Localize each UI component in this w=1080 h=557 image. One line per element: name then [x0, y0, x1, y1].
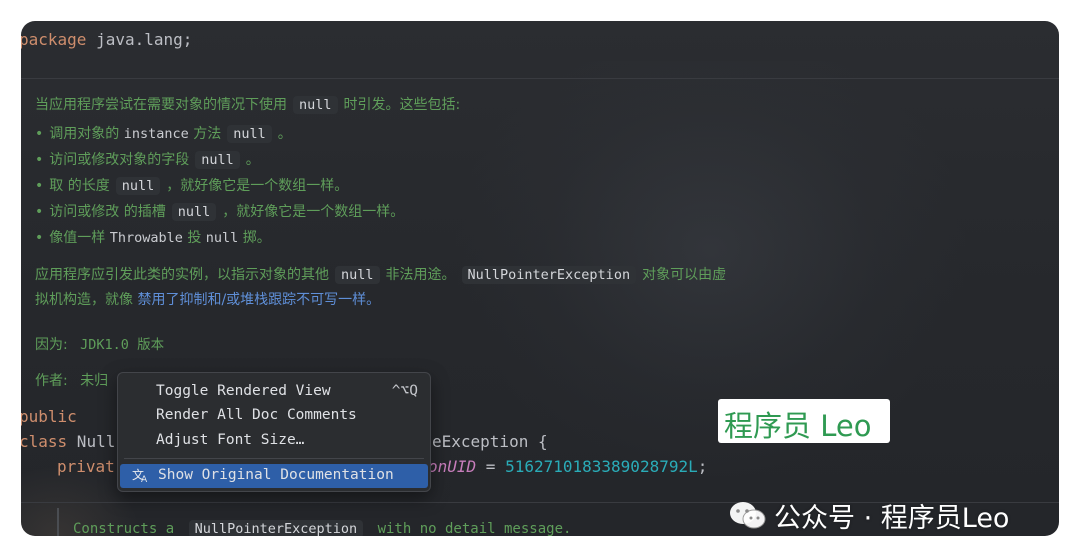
- doc-since: 因为: JDK1.0 版本: [35, 333, 164, 354]
- para2-text: 应用程序应引发此类的实例，以指示对象的其他: [35, 267, 329, 283]
- doc-code-null: null: [115, 177, 161, 195]
- field-name: onUID: [428, 457, 477, 476]
- menu-item-shortcut: ^⌥Q: [391, 383, 418, 399]
- doc-intro-text: 当应用程序尝试在需要对象的情况下使用: [35, 97, 287, 113]
- doc-bullet-2: • 访问或修改对象的字段 null。: [35, 151, 260, 169]
- doc-gutter-marker: [57, 508, 59, 536]
- doc-code-null: null: [293, 96, 338, 114]
- context-menu: Toggle Rendered View ^⌥Q Render All Doc …: [117, 372, 431, 492]
- doc-link[interactable]: 禁用了抑制和/或堆栈跟踪不可写一样。: [137, 292, 380, 308]
- bullet-text-end: 。: [277, 126, 292, 142]
- class-keyword: class: [21, 432, 68, 451]
- bullet-text-end: ，就好像它是一个数组一样。: [166, 178, 349, 194]
- wechat-icon: [728, 500, 768, 532]
- since-value: JDK1.0 版本: [80, 337, 165, 353]
- doc-code-npe: NullPointerException: [461, 266, 637, 284]
- bullet-text: 调用对象的: [49, 126, 124, 142]
- bullet-text-mid: 方法: [188, 126, 222, 142]
- author-label: 作者:: [35, 373, 68, 389]
- menu-item-label: Render All Doc Comments: [156, 407, 357, 423]
- translate-icon: 文A: [132, 467, 150, 487]
- author-value: 未归: [80, 373, 109, 389]
- doc-intro: 当应用程序尝试在需要对象的情况下使用 null 时引发。这些包括:: [35, 94, 460, 114]
- class-name: Null: [67, 432, 116, 451]
- public-line: public: [21, 407, 77, 426]
- menu-item-render-all-doc-comments[interactable]: Render All Doc Comments: [118, 404, 430, 428]
- doc-code-null: null: [171, 203, 217, 221]
- bullet-text-end: 掷。: [238, 230, 271, 246]
- doc-paragraph-2-line-2: 拟机构造，就像 禁用了抑制和/或堆栈跟踪不可写一样。: [35, 289, 380, 309]
- doc-code-null: null: [227, 125, 272, 143]
- doc-intro-text-end: 时引发。这些包括:: [343, 97, 461, 113]
- bullet-text: 访问或修改对象的字段: [49, 152, 190, 168]
- bullet-text-end: 。: [245, 152, 260, 168]
- bullet-text: 访问或修改 的插槽: [49, 204, 166, 220]
- ctor-doc-text: Constructs a: [73, 521, 183, 536]
- menu-item-label: Toggle Rendered View: [156, 383, 331, 399]
- ctor-doc: Constructs a NullPointerException with n…: [73, 520, 572, 536]
- doc-code-null: null: [195, 151, 240, 169]
- menu-item-adjust-font-size[interactable]: Adjust Font Size…: [118, 429, 430, 453]
- public-keyword: public: [21, 407, 77, 426]
- svg-text:A: A: [141, 475, 148, 483]
- doc-code-npe: NullPointerException: [188, 520, 364, 536]
- ctor-doc-text-end: with no detail message.: [369, 521, 572, 536]
- package-name: java.lang;: [86, 30, 193, 49]
- field-line: privat: [57, 457, 115, 476]
- bullet-mono: Throwable: [109, 230, 183, 246]
- package-line: package java.lang;: [21, 30, 192, 49]
- bullet-mono: instance: [123, 126, 189, 142]
- bullet-text-end: ，就好像它是一个数组一样。: [222, 204, 405, 220]
- doc-bullet-4: • 访问或修改 的插槽 null ，就好像它是一个数组一样。: [35, 203, 405, 221]
- doc-divider-top: [21, 78, 1059, 79]
- bullet-text: 取 的长度: [49, 178, 110, 194]
- field-assign: =: [476, 457, 506, 476]
- doc-author: 作者: 未归: [35, 370, 108, 390]
- doc-code-null: null: [335, 266, 380, 284]
- para2-text-mid: 非法用途。: [385, 267, 456, 283]
- para2-line2-text: 拟机构造，就像: [35, 292, 138, 308]
- field-value: 5162710183389028792L: [505, 457, 698, 476]
- bullet-text-mid: 投: [182, 230, 206, 246]
- field-end: ;: [697, 457, 708, 476]
- class-tail: eException {: [432, 432, 548, 451]
- para2-text-end: 对象可以由虚: [642, 267, 727, 283]
- menu-item-show-original-documentation[interactable]: 文A Show Original Documentation: [120, 464, 428, 488]
- menu-item-label: Adjust Font Size…: [156, 432, 305, 448]
- watermark-badge-text: 程序员 Leo: [724, 409, 872, 443]
- class-line: class Null: [21, 432, 115, 451]
- doc-paragraph-2: 应用程序应引发此类的实例，以指示对象的其他 null 非法用途。 NullPointe…: [35, 264, 726, 284]
- menu-item-label: Show Original Documentation: [158, 467, 394, 483]
- wechat-watermark: 公众号 · 程序员Leo: [728, 496, 1009, 536]
- field-line-tail: onUID = 5162710183389028792L;: [428, 457, 707, 476]
- bullet-text: 像值一样: [49, 230, 110, 246]
- menu-item-toggle-rendered-view[interactable]: Toggle Rendered View ^⌥Q: [118, 380, 430, 404]
- package-keyword: package: [21, 30, 87, 49]
- class-line-tail: eException {: [432, 432, 548, 451]
- watermark-badge: 程序员 Leo: [718, 399, 890, 443]
- doc-bullet-5: • 像值一样 Throwable 投 null 掷。: [35, 230, 271, 246]
- doc-bullet-3: • 取 的长度 null ，就好像它是一个数组一样。: [35, 177, 349, 195]
- wechat-watermark-text: 公众号 · 程序员Leo: [774, 503, 1010, 534]
- private-keyword: privat: [57, 457, 115, 476]
- menu-separator: [124, 458, 424, 459]
- doc-bullet-1: • 调用对象的 instance 方法 null。: [35, 125, 292, 143]
- since-label: 因为:: [35, 337, 68, 353]
- bullet-mono-null: null: [205, 230, 239, 246]
